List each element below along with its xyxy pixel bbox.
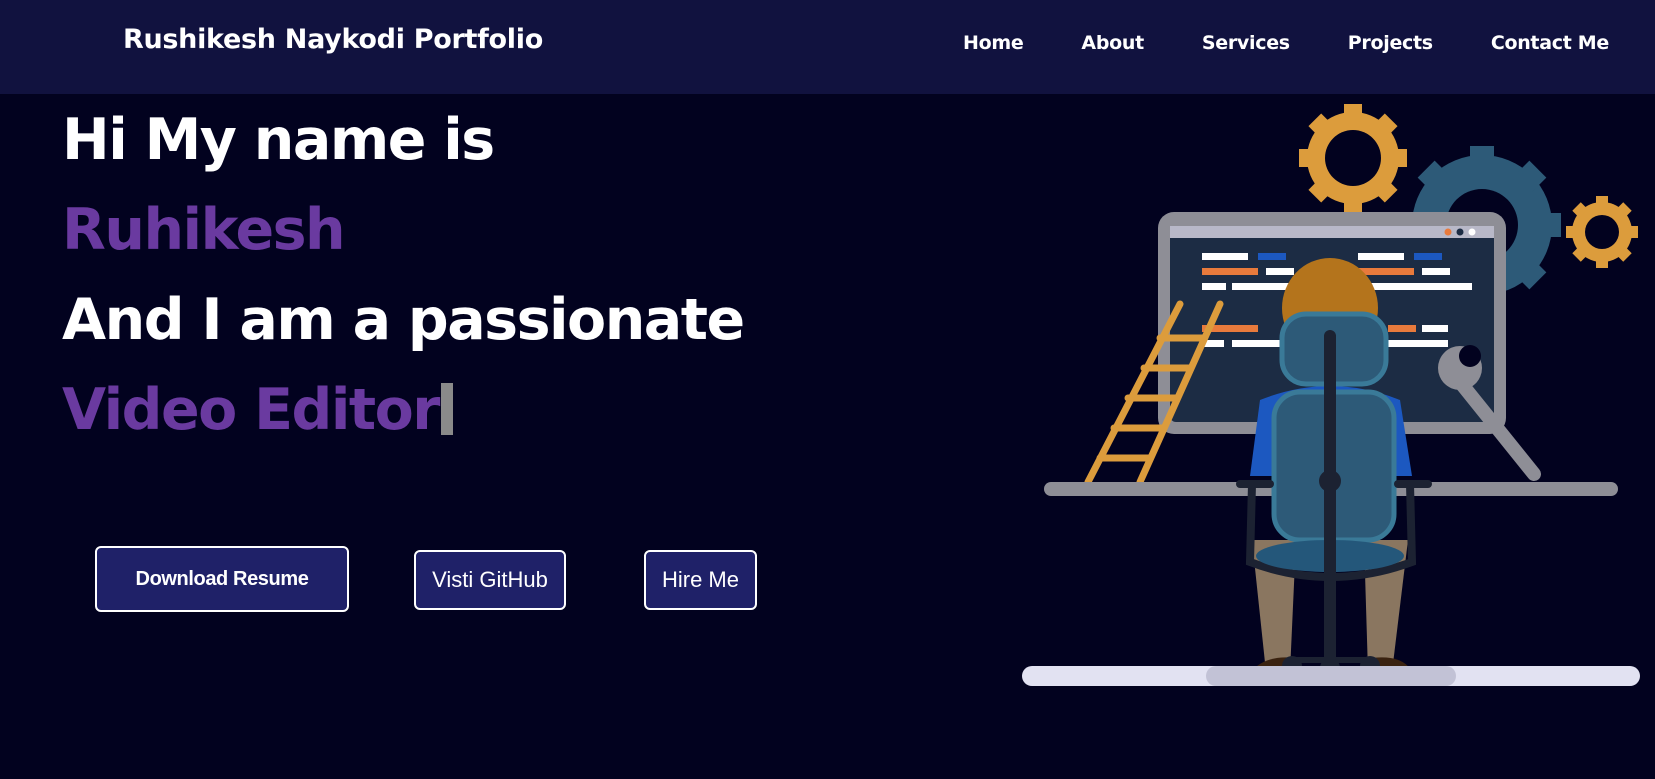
hire-me-button[interactable]: Hire Me: [644, 550, 757, 610]
nav-links: Home About Services Projects Contact Me: [963, 32, 1609, 54]
developer-at-desk-illustration: [1022, 104, 1640, 686]
nav-about-link[interactable]: About: [1081, 32, 1144, 54]
visit-github-button[interactable]: Visti GitHub: [414, 550, 566, 610]
orange-gear-large-icon: [1299, 104, 1407, 212]
brand-title[interactable]: Rushikesh Naykodi Portfolio: [123, 24, 543, 55]
hero-role: Video Editor: [62, 382, 453, 439]
nav-contact-link[interactable]: Contact Me: [1491, 32, 1609, 54]
download-resume-button[interactable]: Download Resume: [95, 546, 349, 612]
nav-home-link[interactable]: Home: [963, 32, 1024, 54]
hero-greeting: Hi My name is: [62, 107, 495, 173]
hero-name: Ruhikesh: [62, 197, 346, 263]
hero-role-text: Video Editor: [62, 377, 440, 443]
nav-services-link[interactable]: Services: [1202, 32, 1290, 54]
orange-gear-small-icon: [1566, 196, 1638, 268]
hero-tagline: And I am a passionate: [62, 287, 745, 353]
typing-cursor: [440, 383, 453, 435]
navbar: Rushikesh Naykodi Portfolio Home About S…: [0, 0, 1655, 94]
nav-projects-link[interactable]: Projects: [1348, 32, 1433, 54]
